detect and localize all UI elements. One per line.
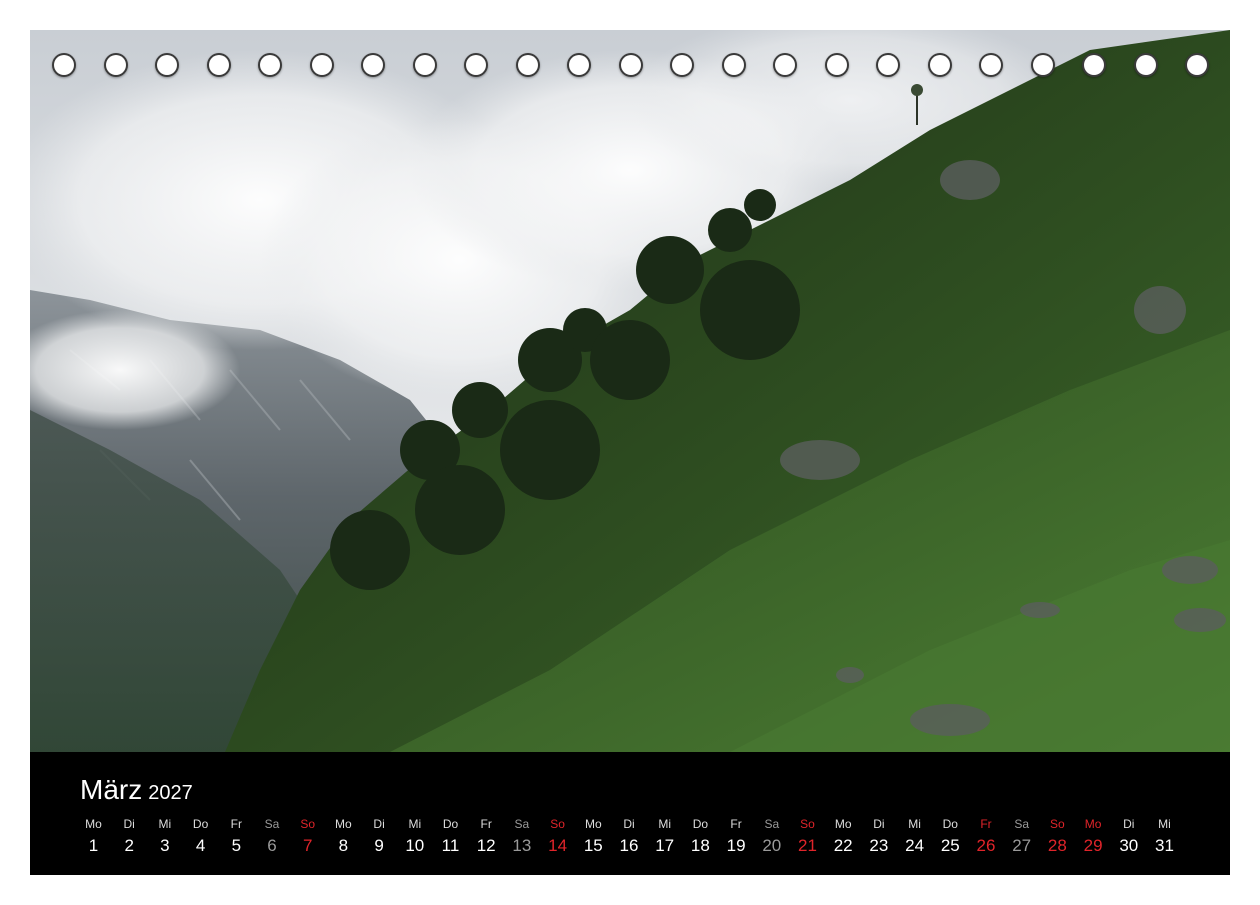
weekday-label: Mo (85, 817, 102, 831)
weekday-label: Di (1123, 817, 1135, 831)
binding-hole (517, 55, 538, 75)
day-number: 9 (374, 836, 384, 855)
binding-hole (569, 55, 589, 75)
day-number: 25 (940, 836, 960, 855)
day-number: 23 (869, 836, 889, 855)
weekday-label: Mi (1158, 817, 1171, 831)
weekday-label: Mo (834, 817, 852, 831)
day-number: 31 (1155, 836, 1174, 855)
binding-hole (775, 55, 795, 75)
binding-hole (157, 55, 177, 75)
weekday-label: So (800, 817, 815, 831)
weekday-label: Mi (658, 817, 672, 831)
binding-hole (54, 55, 74, 75)
day-number: 28 (1047, 836, 1067, 855)
weekday-label: Mi (408, 817, 422, 831)
weekday-label: Mo (335, 817, 352, 831)
day-number: 8 (338, 836, 349, 855)
weekday-label: Do (942, 817, 958, 831)
weekday-label: Sa (514, 817, 530, 831)
day-number: 22 (833, 836, 853, 855)
day-number: 3 (160, 836, 170, 855)
weekday-label: Di (373, 817, 385, 831)
day-number: 24 (905, 836, 925, 855)
day-number: 1 (88, 836, 99, 855)
binding-hole (1135, 55, 1156, 75)
weekday-label: Fr (230, 817, 242, 831)
landscape-photo (30, 30, 1230, 752)
binding-hole (878, 55, 898, 75)
binding-hole (311, 55, 332, 75)
weekday-label: Fr (730, 817, 742, 831)
day-number: 10 (405, 836, 425, 855)
day-number: 27 (1012, 836, 1032, 855)
day-number: 5 (231, 836, 242, 855)
weekday-label: Mo (584, 817, 602, 831)
day-number: 30 (1119, 836, 1139, 855)
binding-hole (1084, 55, 1104, 75)
day-number: 13 (512, 836, 532, 855)
binding-hole (466, 55, 486, 75)
binding-hole (620, 55, 641, 75)
day-number: 17 (655, 836, 675, 855)
weekday-label: Sa (764, 817, 780, 831)
day-number: 2 (124, 836, 134, 855)
weekday-label: Mi (158, 817, 172, 831)
binding-holes (30, 30, 1230, 102)
binding-hole (826, 55, 847, 75)
day-number: 4 (195, 836, 206, 855)
weekday-label: Do (692, 817, 709, 831)
calendar-strip: März 2027 Mo 1 Di 2 Mi 3 Do 4 Fr 5 Sa 6 So 7 Mo 8 Di 9 Mi 10… (30, 752, 1230, 875)
day-number: 15 (583, 836, 603, 855)
binding-hole (414, 55, 435, 75)
day-number: 7 (302, 836, 313, 855)
binding-hole (672, 55, 692, 75)
day-number: 19 (726, 836, 746, 855)
month-year: 2027 (148, 782, 193, 804)
weekday-label: So (550, 817, 565, 831)
weekday-label: Do (442, 817, 459, 831)
day-number: 18 (690, 836, 710, 855)
calendar-page: März 2027 Mo 1 Di 2 Mi 3 Do 4 Fr 5 Sa 6 So 7 Mo 8 Di 9 Mi 10… (30, 30, 1230, 875)
weekday-label: Mo (1084, 817, 1102, 831)
day-number: 29 (1083, 836, 1103, 855)
day-number: 21 (798, 836, 817, 855)
weekday-label: Fr (980, 817, 992, 831)
weekday-label: So (1050, 817, 1065, 831)
day-number: 16 (619, 836, 639, 855)
binding-hole (260, 55, 280, 75)
binding-hole (1032, 55, 1053, 75)
day-number: 12 (476, 836, 496, 855)
day-number: 14 (548, 836, 568, 855)
binding-hole (981, 55, 1001, 75)
weekday-label: Mi (908, 817, 921, 831)
weekday-label: So (300, 817, 316, 831)
day-number: 6 (267, 836, 277, 855)
weekday-label: Di (873, 817, 885, 831)
month-name: März (80, 774, 143, 805)
day-number: 26 (976, 836, 996, 855)
weekday-label: Di (623, 817, 635, 831)
weekday-label: Do (192, 817, 209, 831)
binding-hole (929, 55, 950, 75)
binding-hole (1187, 55, 1207, 75)
binding-hole (105, 55, 126, 75)
weekday-label: Di (123, 817, 135, 831)
month-title: März 2027 (80, 774, 193, 806)
binding-hole (723, 55, 744, 75)
weekday-label: Sa (264, 817, 280, 831)
binding-hole (363, 55, 383, 75)
day-number: 11 (441, 836, 460, 855)
weekday-label: Fr (480, 817, 492, 831)
day-number: 20 (762, 836, 782, 855)
weekday-label: Sa (1014, 817, 1030, 831)
binding-hole (208, 55, 229, 75)
